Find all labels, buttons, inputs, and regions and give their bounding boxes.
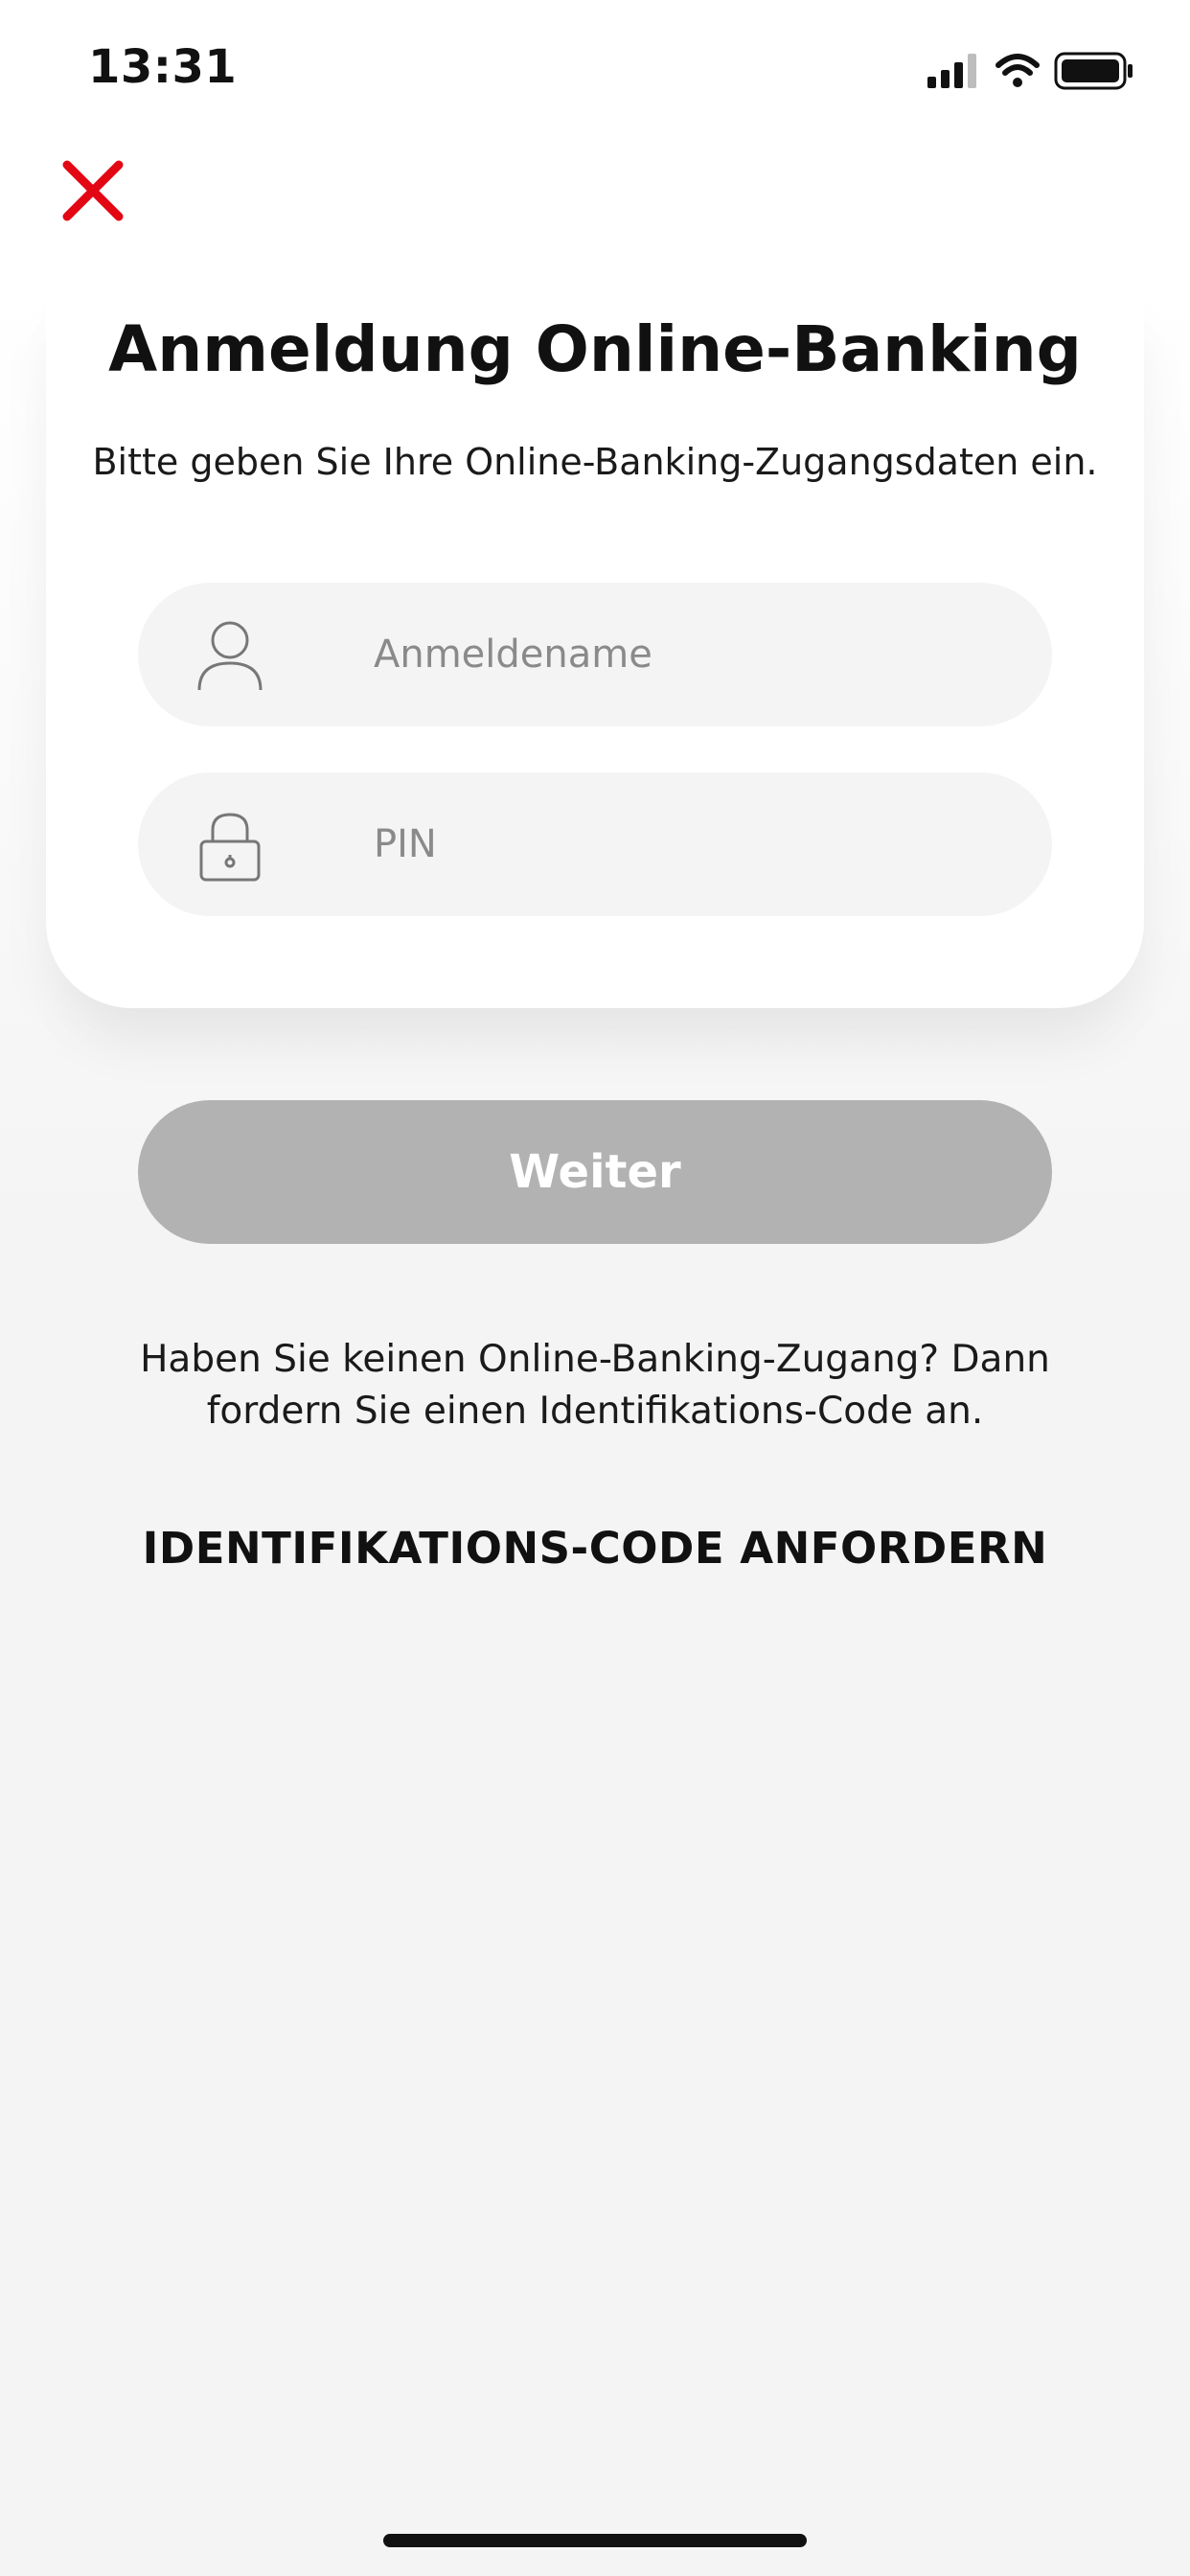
close-icon — [62, 160, 124, 221]
page-title: Anmeldung Online-Banking — [108, 312, 1082, 386]
status-time: 13:31 — [88, 40, 238, 94]
lock-icon — [199, 813, 261, 882]
username-input[interactable] — [374, 583, 1025, 726]
card-subtitle: Bitte geben Sie Ihre Online-Banking-Zuga… — [92, 441, 1098, 483]
request-identification-code-link[interactable]: IDENTIFIKATIONS-CODE ANFORDERN — [57, 1522, 1133, 1575]
status-icons — [927, 52, 1133, 90]
wifi-icon — [995, 54, 1040, 87]
battery-icon — [1054, 52, 1133, 90]
pin-field-container[interactable] — [138, 772, 1052, 916]
cellular-signal-icon — [927, 54, 976, 88]
continue-button[interactable]: Weiter — [138, 1100, 1052, 1244]
user-icon — [197, 621, 263, 691]
login-card: Anmeldung Online-Banking Bitte geben Sie… — [46, 288, 1144, 1008]
no-access-hint: Haben Sie keinen Online-Banking-Zugang? … — [140, 1338, 1050, 1433]
login-screen: 13:31 Anmeldung Online-Banking Bitte geb… — [0, 0, 1190, 2576]
pin-input[interactable] — [374, 772, 1025, 916]
home-indicator[interactable] — [383, 2534, 807, 2547]
close-button[interactable] — [54, 151, 132, 230]
status-bar: 13:31 — [0, 0, 1190, 134]
username-field-container[interactable] — [138, 583, 1052, 726]
